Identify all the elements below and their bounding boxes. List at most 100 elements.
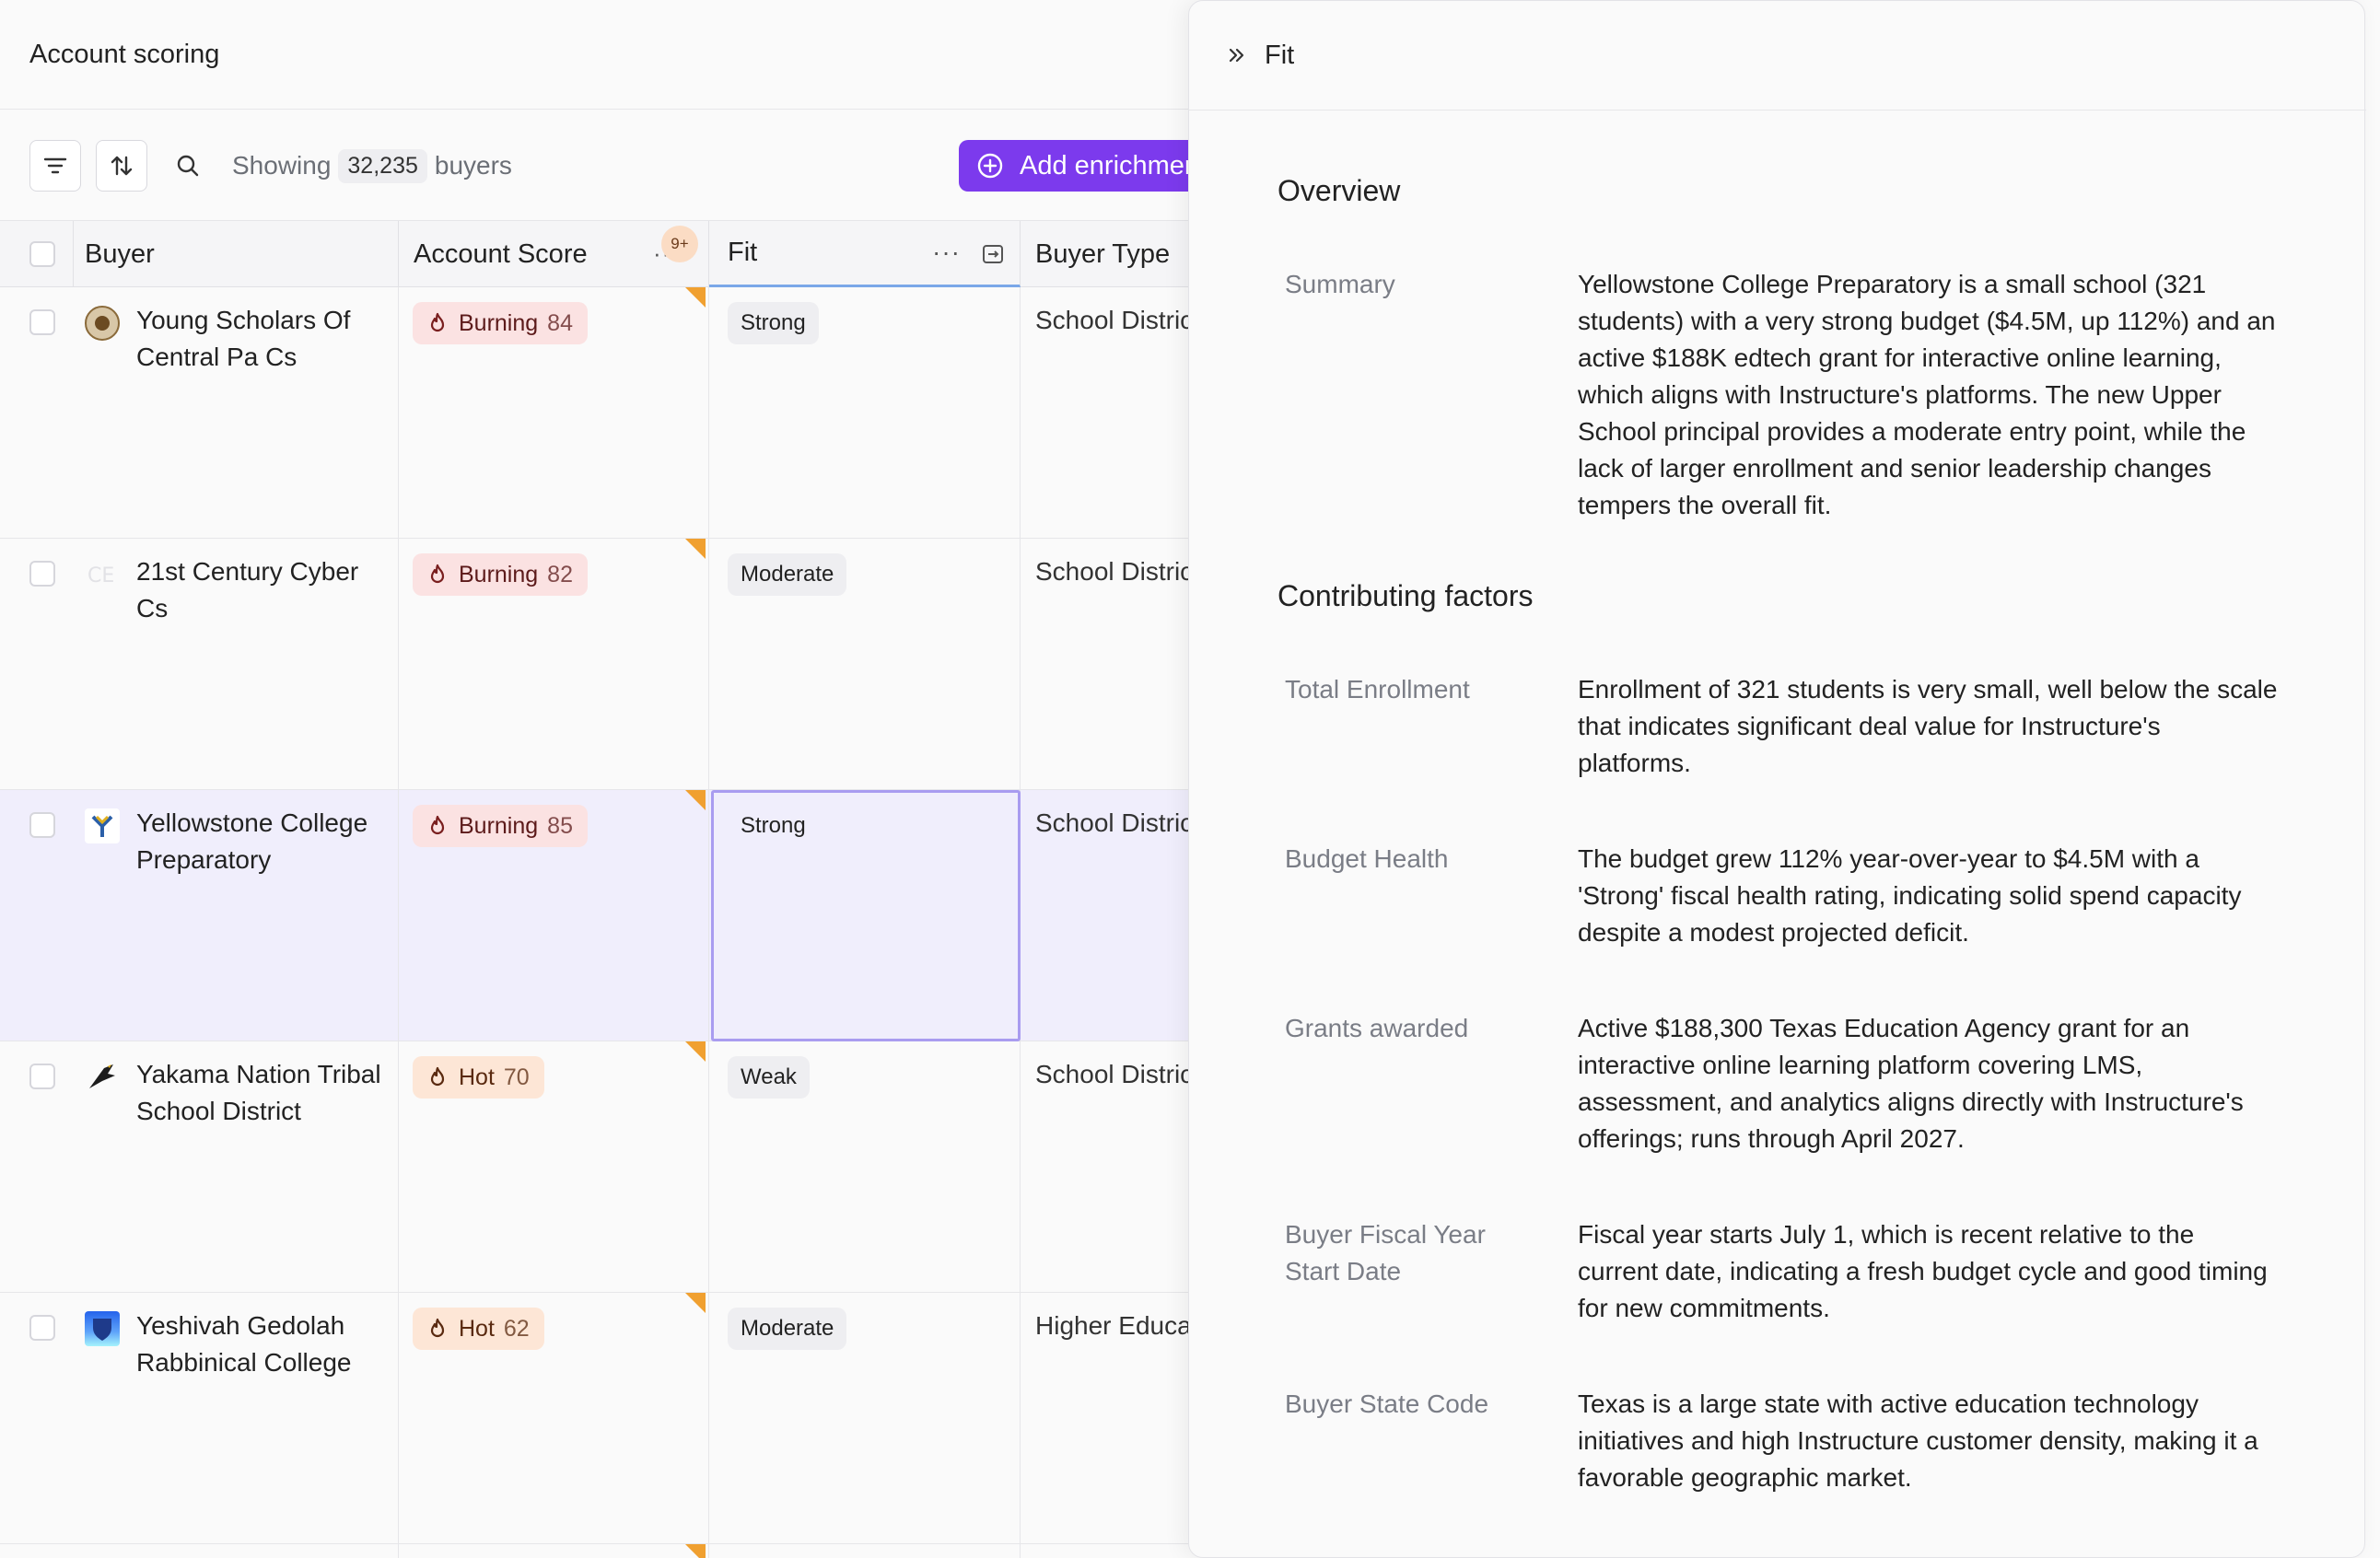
column-label-score: Account Score — [414, 238, 588, 269]
factor-key: Total Enrollment — [1285, 675, 1470, 703]
fit-pill[interactable]: Weak — [728, 1056, 810, 1099]
flag-marker — [685, 790, 706, 810]
flag-marker — [685, 1544, 706, 1558]
column-header-buyer[interactable]: Buyer — [70, 221, 399, 287]
table-row[interactable]: CE 21st Century Cyber Cs Burning 82 Mode… — [0, 539, 1197, 790]
flame-icon — [430, 1066, 445, 1087]
flag-marker — [685, 287, 706, 308]
column-label-buyer-type: Buyer Type — [1035, 238, 1171, 269]
sort-icon — [111, 156, 133, 176]
buyer-logo: CE — [85, 557, 120, 592]
add-enrichment-label: Add enrichment — [1020, 150, 1208, 180]
table-row[interactable] — [0, 1544, 1197, 1558]
flag-marker — [685, 539, 706, 559]
buyer-name[interactable]: 21st Century Cyber Cs — [136, 553, 385, 627]
column-label-fit: Fit — [728, 238, 758, 267]
row-checkbox[interactable] — [29, 812, 55, 838]
row-checkbox[interactable] — [29, 1315, 55, 1341]
score-value: 85 — [547, 812, 573, 839]
factor-value: Active $188,300 Texas Education Agency g… — [1578, 1014, 2244, 1153]
factor-value: The budget grew 112% year-over-year to $… — [1578, 844, 2242, 947]
score-badge: Hot 62 — [413, 1308, 544, 1350]
row-checkbox[interactable] — [29, 309, 55, 335]
buyer-name[interactable]: Yellowstone College Preparatory — [136, 805, 385, 878]
score-value: 70 — [503, 1064, 530, 1090]
select-all-checkbox[interactable] — [29, 241, 55, 267]
search-icon — [177, 155, 199, 177]
column-header-score[interactable]: Account Score ·· 9+ — [399, 221, 709, 287]
score-label: Hot — [459, 1064, 495, 1090]
score-label: Hot — [459, 1315, 495, 1342]
buyer-name[interactable]: Yeshivah Gedolah Rabbinical College — [136, 1308, 385, 1381]
score-badge: Hot 70 — [413, 1056, 544, 1099]
overview-heading: Overview — [1278, 174, 1401, 207]
flame-icon — [430, 312, 445, 332]
flag-marker — [685, 1041, 706, 1062]
factor-key: Buyer State Code — [1285, 1389, 1489, 1418]
score-label: Burning — [459, 561, 539, 587]
flame-icon — [430, 1318, 445, 1338]
score-badge: Burning 85 — [413, 805, 588, 847]
column-header-buyer-type[interactable]: Buyer Type — [1021, 221, 1197, 287]
summary-key: Summary — [1285, 270, 1395, 298]
notification-badge: 9+ — [661, 226, 698, 262]
factor-key: Budget Health — [1285, 844, 1449, 873]
score-label: Burning — [459, 812, 539, 839]
top-bar: Account scoring — [0, 0, 1197, 110]
score-label: Burning — [459, 309, 539, 336]
panel-title: Fit — [1265, 40, 1295, 70]
buyer-type: Higher Education — [1035, 1311, 1197, 1340]
showing-label: Showing — [232, 151, 332, 180]
table-row[interactable]: Yeshivah Gedolah Rabbinical College Hot … — [0, 1293, 1197, 1544]
summary-value: Yellowstone College Preparatory is a sma… — [1578, 270, 2276, 519]
fit-pill[interactable]: Strong — [728, 302, 819, 344]
buyer-type: School District — [1035, 1060, 1197, 1088]
more-options-icon[interactable]: ··· — [932, 238, 961, 267]
buyer-logo — [85, 1060, 120, 1095]
table-row[interactable]: Yakama Nation Tribal School District Hot… — [0, 1041, 1197, 1293]
score-badge: Burning 84 — [413, 302, 588, 344]
buyer-type: School District — [1035, 306, 1197, 334]
factor-value: Enrollment of 321 students is very small… — [1578, 675, 2278, 777]
buyer-type: School District — [1035, 808, 1197, 837]
factor-key: Grants awarded — [1285, 1014, 1469, 1042]
score-badge: Burning 82 — [413, 553, 588, 596]
fit-pill[interactable]: Moderate — [728, 553, 847, 596]
fit-pill[interactable]: Moderate — [728, 1308, 847, 1350]
factor-value: Texas is a large state with active educa… — [1578, 1389, 2258, 1492]
app-root: Account scoring Showing 32,235 buyers Ad… — [0, 0, 2380, 1558]
count-suffix: buyers — [434, 151, 512, 180]
sort-button[interactable] — [96, 140, 147, 192]
row-checkbox[interactable] — [29, 1064, 55, 1089]
table-row[interactable]: Young Scholars Of Central Pa Cs Burning … — [0, 287, 1197, 539]
score-value: 82 — [547, 561, 573, 587]
buyer-name[interactable]: Young Scholars Of Central Pa Cs — [136, 302, 385, 376]
table-row-selected[interactable]: Yellowstone College Preparatory Burning … — [0, 790, 1197, 1041]
row-checkbox[interactable] — [29, 561, 55, 587]
factor-key: Buyer Fiscal Year Start Date — [1285, 1220, 1486, 1285]
column-header-fit[interactable]: Fit ··· — [709, 221, 1021, 287]
collapse-panel-icon[interactable] — [1226, 44, 1248, 66]
svg-text:CE: CE — [88, 564, 114, 587]
page-title: Account scoring — [29, 39, 220, 69]
filter-button[interactable] — [29, 140, 81, 192]
table-header: Buyer Account Score ·· 9+ Fit ··· Buyer … — [0, 221, 1197, 287]
column-label-buyer: Buyer — [85, 238, 155, 269]
score-value: 84 — [547, 309, 573, 336]
flag-marker — [685, 1293, 706, 1313]
plus-circle-icon — [977, 153, 1003, 179]
filter-icon — [43, 157, 67, 174]
header-select-cell — [0, 221, 74, 287]
buyer-logo — [85, 306, 120, 341]
search-button[interactable] — [162, 140, 214, 192]
buyer-name[interactable]: Yakama Nation Tribal School District — [136, 1056, 385, 1130]
score-value: 62 — [503, 1315, 530, 1342]
fit-detail-panel: Fit Overview Summary Yellowstone College… — [1188, 0, 2366, 1558]
expand-column-icon[interactable] — [982, 243, 1004, 265]
buyers-table: Buyer Account Score ·· 9+ Fit ··· Buyer … — [0, 221, 1197, 1558]
factor-value: Fiscal year starts July 1, which is rece… — [1578, 1220, 2268, 1322]
result-count: Showing 32,235 buyers — [232, 145, 512, 186]
buyer-type: School District — [1035, 557, 1197, 586]
flame-icon — [430, 815, 445, 835]
fit-pill[interactable]: Strong — [728, 805, 819, 847]
